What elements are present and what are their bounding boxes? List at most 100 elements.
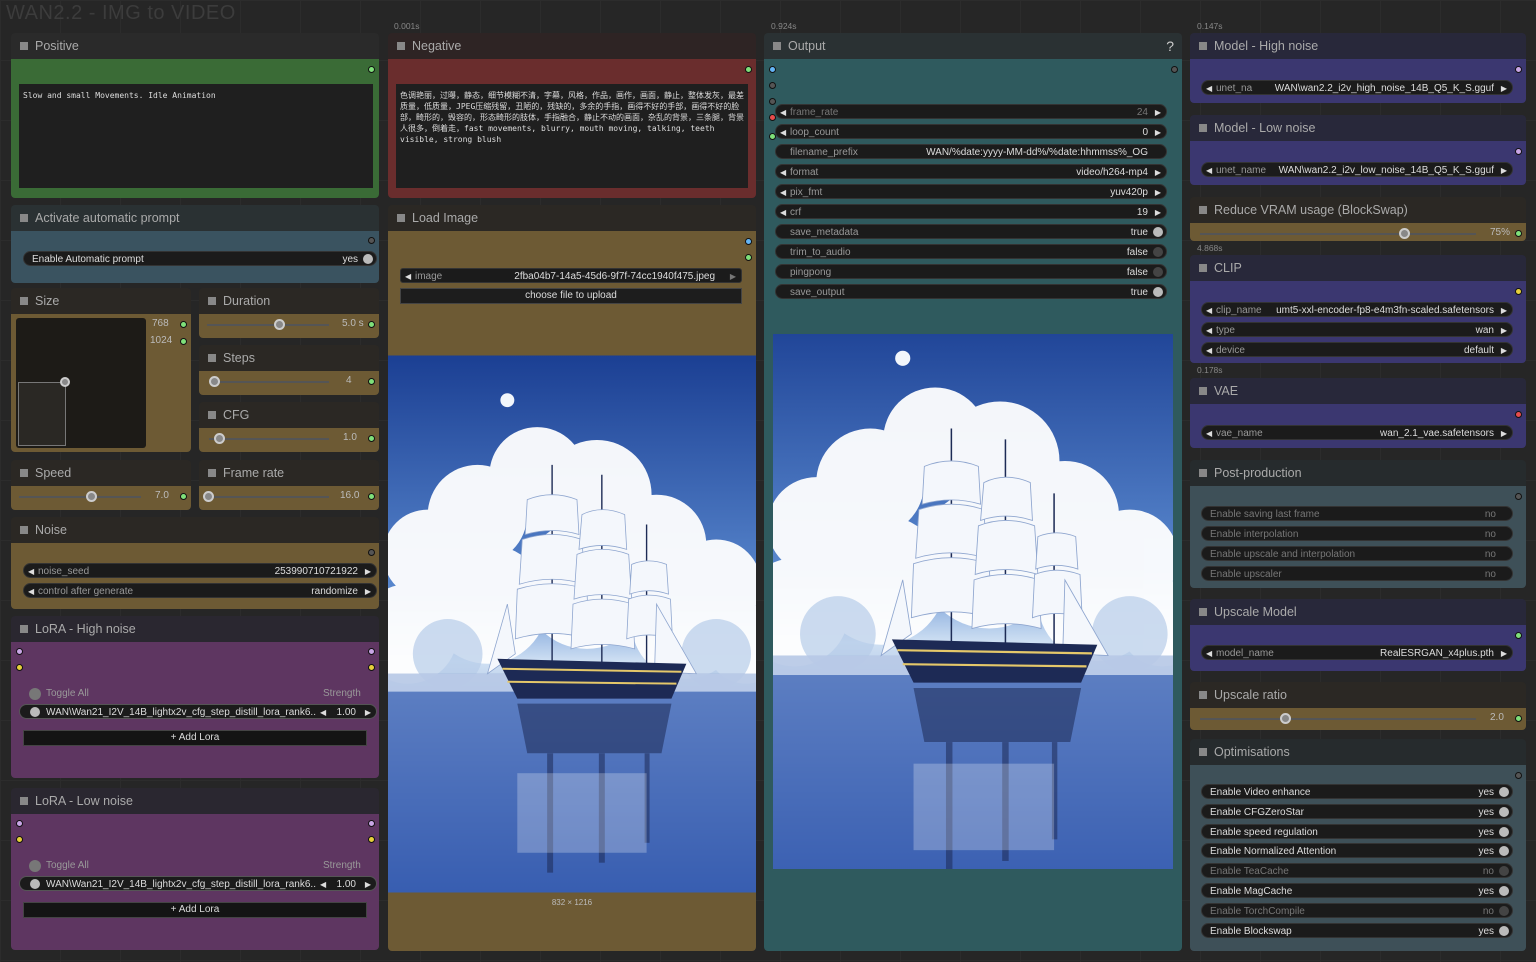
output-video-preview[interactable] xyxy=(773,334,1173,869)
output-slot[interactable] xyxy=(1515,288,1522,295)
input-slot-model[interactable] xyxy=(16,820,23,827)
arrow-right-icon[interactable]: ▶ xyxy=(1501,343,1507,358)
node-title[interactable]: Speed xyxy=(11,460,191,486)
output-slot[interactable] xyxy=(368,549,375,556)
input-slot-model[interactable] xyxy=(16,648,23,655)
output-widget-loop-count[interactable]: ◀ loop_count 0 ▶ xyxy=(775,124,1167,139)
output-slot-clip[interactable] xyxy=(368,836,375,843)
vae-name-widget[interactable]: ◀ vae_name wan_2.1_vae.safetensors ▶ xyxy=(1201,425,1513,440)
arrow-left-icon[interactable]: ◀ xyxy=(28,584,34,599)
arrow-right-icon[interactable]: ▶ xyxy=(365,705,371,720)
node-title[interactable]: CLIP xyxy=(1190,255,1526,281)
steps-slider[interactable] xyxy=(209,376,329,387)
node-title[interactable]: Positive xyxy=(11,33,379,59)
reduce-vram-node[interactable]: Reduce VRAM usage (BlockSwap) 75% xyxy=(1190,197,1526,241)
clip-widget-type[interactable]: ◀ type wan ▶ xyxy=(1201,322,1513,337)
arrow-left-icon[interactable]: ◀ xyxy=(320,705,326,720)
arrow-left-icon[interactable]: ◀ xyxy=(1206,343,1212,358)
node-title[interactable]: Activate automatic prompt xyxy=(11,205,379,231)
post-toggle-3[interactable]: Enable upscaler no xyxy=(1201,566,1513,581)
output-widget-trim-to-audio[interactable]: trim_to_audio false xyxy=(775,244,1167,259)
output-slot[interactable] xyxy=(368,378,375,385)
slider-knob[interactable] xyxy=(209,376,220,387)
node-title[interactable]: Load Image xyxy=(388,205,756,231)
output-slot[interactable] xyxy=(1515,632,1522,639)
noise-seed-widget[interactable]: ◀ noise_seed 253990710721922 ▶ xyxy=(23,563,377,578)
input-slot-audio[interactable] xyxy=(769,82,776,89)
clip-widget-clip-name[interactable]: ◀ clip_name umt5-xxl-encoder-fp8-e4m3fn-sc… xyxy=(1201,302,1513,317)
arrow-left-icon[interactable]: ◀ xyxy=(28,564,34,579)
arrow-right-icon[interactable]: ▶ xyxy=(1501,81,1507,96)
size-preview-canvas[interactable] xyxy=(16,318,146,448)
optim-toggle-7[interactable]: Enable Blockswap yes xyxy=(1201,922,1513,938)
post-toggle-1[interactable]: Enable interpolation no xyxy=(1201,526,1513,541)
slider-knob[interactable] xyxy=(273,319,285,330)
cfg-node[interactable]: CFG 1.0 xyxy=(199,402,379,452)
height-output-slot[interactable] xyxy=(180,338,187,345)
node-title[interactable]: Post-production xyxy=(1190,460,1526,486)
mask-output-slot[interactable] xyxy=(745,254,752,261)
cfg-slider[interactable] xyxy=(209,433,329,444)
output-widget-frame-rate[interactable]: ◀ frame_rate 24 ▶ xyxy=(775,104,1167,119)
output-widget-format[interactable]: ◀ format video/h264-mp4 ▶ xyxy=(775,164,1167,179)
arrow-right-icon[interactable]: ▶ xyxy=(365,877,371,892)
output-slot[interactable] xyxy=(368,435,375,442)
arrow-right-icon[interactable]: ▶ xyxy=(1155,205,1161,220)
output-slot[interactable] xyxy=(1515,493,1522,500)
output-widget-crf[interactable]: ◀ crf 19 ▶ xyxy=(775,204,1167,219)
lora-entry[interactable]: WAN\Wan21_I2V_14B_lightx2v_cfg_step_dist… xyxy=(19,704,377,719)
optim-toggle-0[interactable]: Enable Video enhance yes xyxy=(1201,784,1513,799)
optim-toggle-2[interactable]: Enable speed regulation yes xyxy=(1201,823,1513,839)
upscale-ratio-node[interactable]: Upscale ratio 2.0 xyxy=(1190,682,1526,730)
output-slot-model[interactable] xyxy=(368,648,375,655)
slider-knob[interactable] xyxy=(1279,713,1291,724)
upscale-ratio-slider[interactable] xyxy=(1200,713,1476,724)
node-title[interactable]: CFG xyxy=(199,402,379,428)
post-toggle-0[interactable]: Enable saving last frame no xyxy=(1201,506,1513,521)
output-widget-pingpong[interactable]: pingpong false xyxy=(775,264,1167,279)
output-slot[interactable] xyxy=(1515,66,1522,73)
arrow-right-icon[interactable]: ▶ xyxy=(1501,646,1507,661)
size-handle[interactable] xyxy=(60,377,70,387)
toggle-all-label[interactable]: Toggle All xyxy=(46,860,89,871)
node-title[interactable]: Optimisations xyxy=(1190,739,1526,765)
unet-high-widget[interactable]: ◀ unet_na WAN\wan2.2_i2v_high_noise_14B_Q… xyxy=(1201,80,1513,95)
node-title[interactable]: Steps xyxy=(199,345,379,371)
toggle-icon[interactable] xyxy=(30,879,40,889)
positive-prompt-textarea[interactable]: Slow and small Movements. Idle Animation xyxy=(19,84,373,188)
output-slot[interactable] xyxy=(1515,148,1522,155)
add-lora-button[interactable]: + Add Lora xyxy=(23,730,367,746)
model-high-node[interactable]: Model - High noise ◀ unet_na WAN\wan2.2_i… xyxy=(1190,33,1526,103)
steps-node[interactable]: Steps 4 xyxy=(199,345,379,395)
node-title[interactable]: Noise xyxy=(11,517,379,543)
node-title[interactable]: Upscale ratio xyxy=(1190,682,1526,708)
output-widget-save-metadata[interactable]: save_metadata true xyxy=(775,224,1167,239)
optim-toggle-3[interactable]: Enable Normalized Attention yes xyxy=(1201,843,1513,859)
clip-node[interactable]: CLIP ◀ clip_name umt5-xxl-encoder-fp8-e4m3… xyxy=(1190,255,1526,363)
arrow-right-icon[interactable]: ▶ xyxy=(1155,165,1161,180)
output-node[interactable]: Output ? ◀ frame_rate 24 ▶ ◀ loop_count 0 ▶ file… xyxy=(764,33,1182,951)
frame-rate-node[interactable]: Frame rate 16.0 xyxy=(199,460,379,510)
output-widget-pix-fmt[interactable]: ◀ pix_fmt yuv420p ▶ xyxy=(775,184,1167,199)
arrow-right-icon[interactable]: ▶ xyxy=(730,269,736,284)
arrow-right-icon[interactable]: ▶ xyxy=(365,584,371,599)
arrow-right-icon[interactable]: ▶ xyxy=(1501,163,1507,178)
output-slot-model[interactable] xyxy=(368,820,375,827)
node-title[interactable]: Negative xyxy=(388,33,756,59)
positive-node[interactable]: Positive Slow and small Movements. Idle … xyxy=(11,33,379,198)
node-title[interactable]: VAE xyxy=(1190,378,1526,404)
output-slot[interactable] xyxy=(1515,715,1522,722)
output-slot[interactable] xyxy=(1171,66,1178,73)
optim-toggle-6[interactable]: Enable TorchCompile no xyxy=(1201,902,1513,918)
arrow-left-icon[interactable]: ◀ xyxy=(780,105,786,120)
slider-knob[interactable] xyxy=(85,491,97,502)
output-slot[interactable] xyxy=(368,321,375,328)
toggle-icon[interactable] xyxy=(29,860,41,872)
width-output-slot[interactable] xyxy=(180,321,187,328)
lora-low-node[interactable]: LoRA - Low noise Toggle All Strength WAN… xyxy=(11,788,379,950)
arrow-left-icon[interactable]: ◀ xyxy=(780,125,786,140)
slider-knob[interactable] xyxy=(214,433,226,444)
arrow-left-icon[interactable]: ◀ xyxy=(1206,303,1212,318)
arrow-right-icon[interactable]: ▶ xyxy=(365,564,371,579)
arrow-right-icon[interactable]: ▶ xyxy=(1501,426,1507,441)
